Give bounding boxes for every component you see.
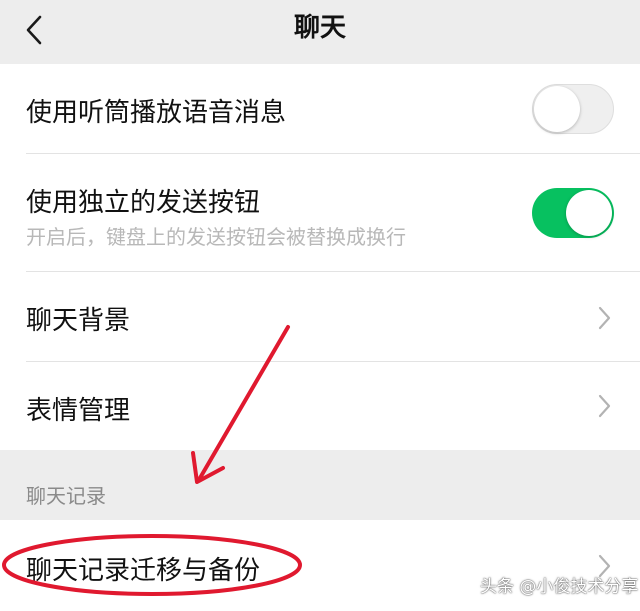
setting-sticker-management[interactable]: 表情管理 xyxy=(0,362,640,450)
watermark-text: 头条 @小俊技术分享 xyxy=(480,577,639,597)
setting-label: 聊天背景 xyxy=(26,306,131,336)
page-title: 聊天 xyxy=(293,13,346,43)
toggle-knob xyxy=(534,86,580,132)
navigation-bar: 聊天 xyxy=(0,0,640,62)
standalone-send-toggle[interactable] xyxy=(532,188,614,238)
chevron-right-icon xyxy=(598,394,611,418)
setting-standalone-send: 使用独立的发送按钮 开启后，键盘上的发送按钮会被替换成换行 xyxy=(0,154,640,272)
earpiece-voice-toggle[interactable] xyxy=(532,84,614,134)
toggle-knob xyxy=(566,190,612,236)
setting-label: 使用独立的发送按钮 xyxy=(26,188,261,218)
setting-description: 开启后，键盘上的发送按钮会被替换成换行 xyxy=(26,225,406,249)
setting-label: 表情管理 xyxy=(26,396,131,426)
setting-label: 聊天记录迁移与备份 xyxy=(26,556,261,586)
setting-earpiece-voice: 使用听筒播放语音消息 xyxy=(0,64,640,154)
setting-label: 使用听筒播放语音消息 xyxy=(26,98,287,128)
chevron-right-icon xyxy=(598,306,611,330)
setting-chat-background[interactable]: 聊天背景 xyxy=(0,272,640,362)
setting-chat-history-migrate-backup[interactable]: 聊天记录迁移与备份 xyxy=(0,520,640,611)
section-title-chat-history: 聊天记录 xyxy=(26,484,106,508)
